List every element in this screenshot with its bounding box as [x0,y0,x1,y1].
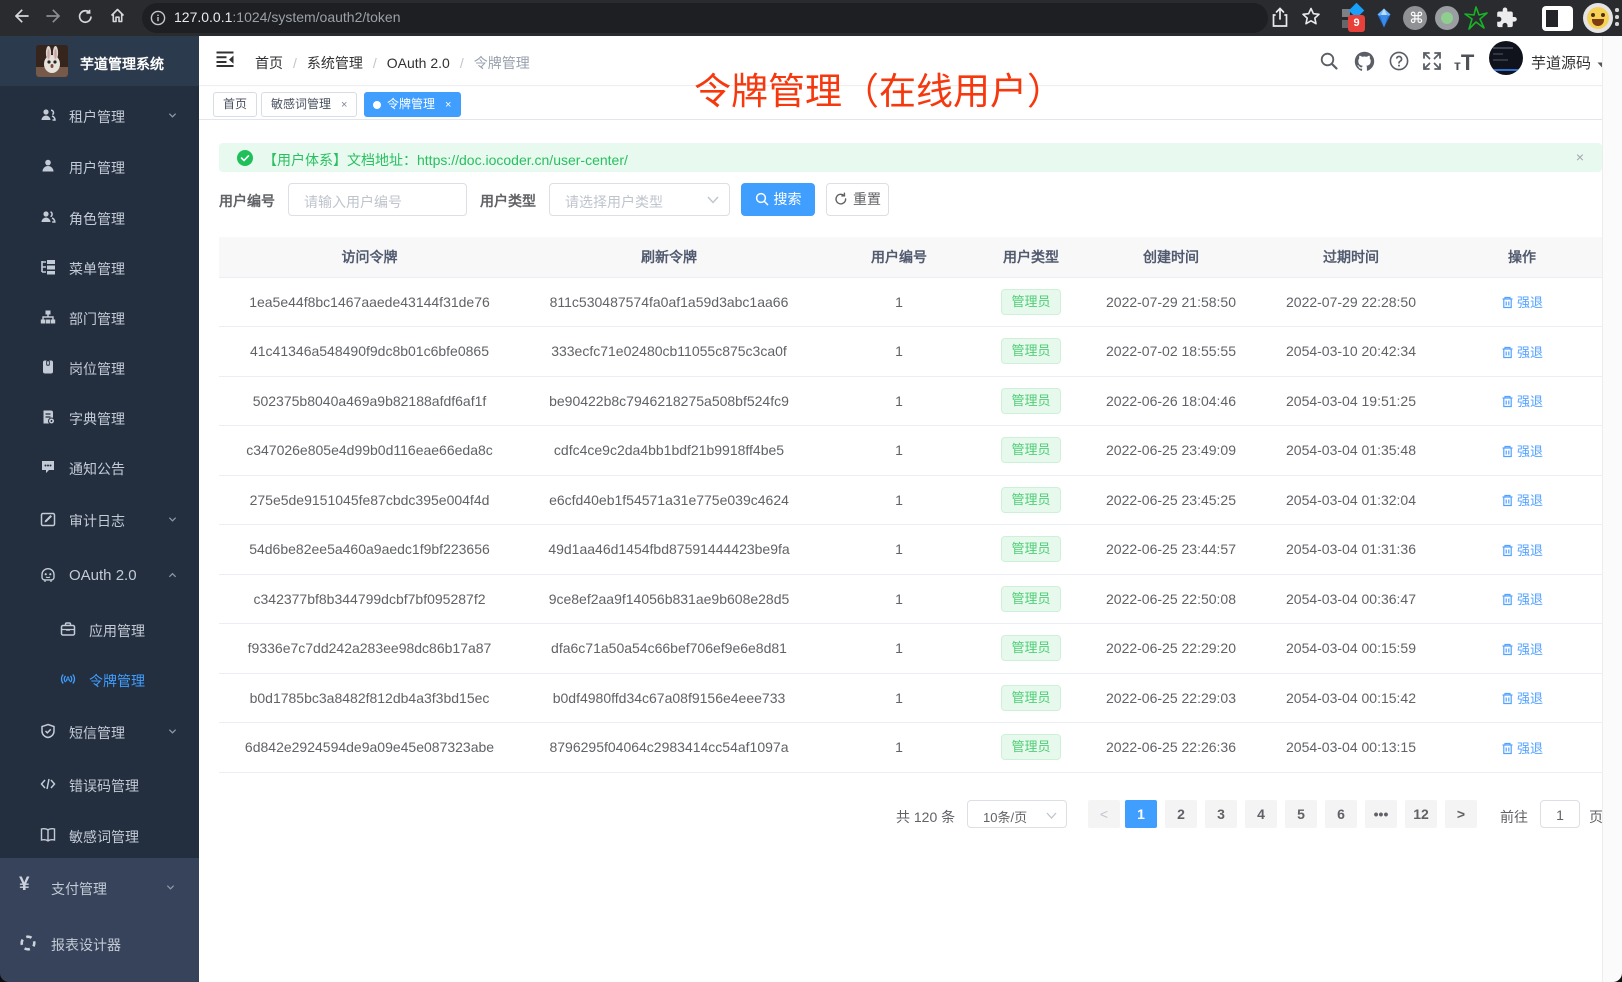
svg-text:A: A [65,675,71,684]
